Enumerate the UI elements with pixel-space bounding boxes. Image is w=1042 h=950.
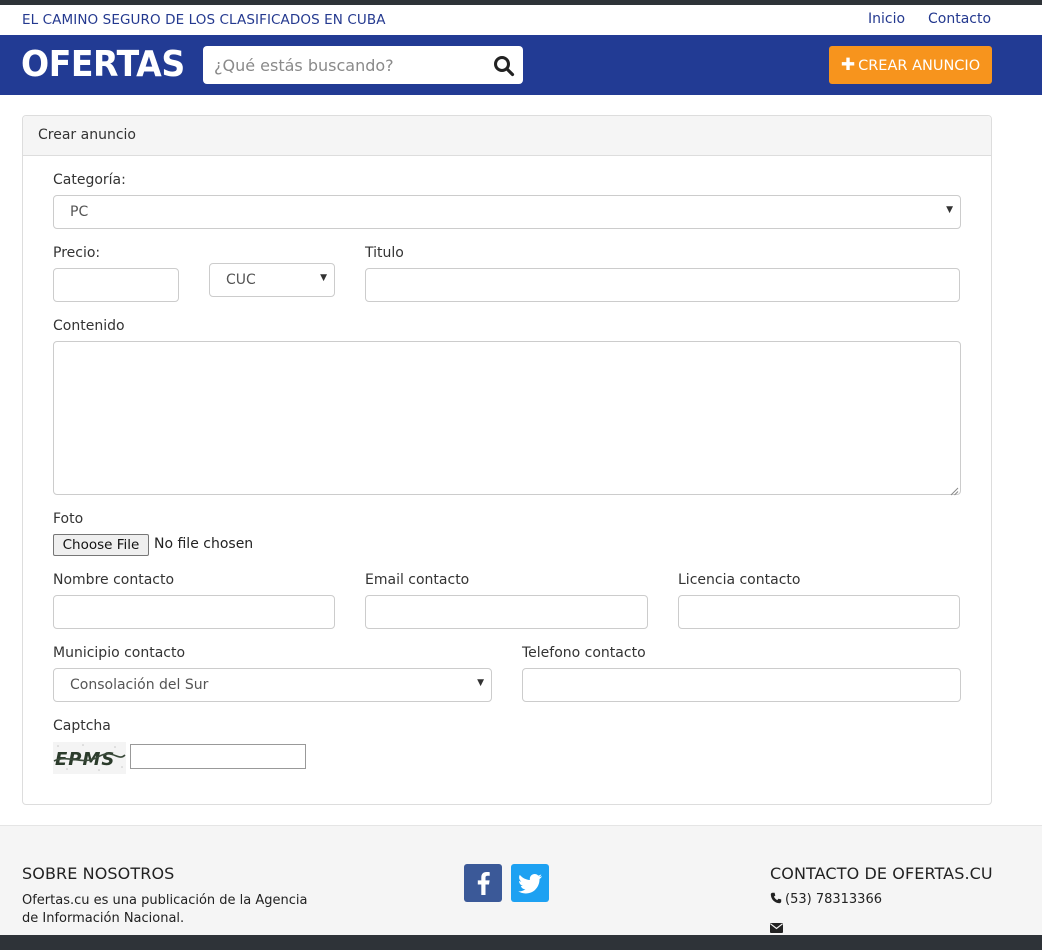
caret-down-icon: ▼: [946, 205, 953, 215]
contenido-label: Contenido: [53, 318, 125, 334]
about-text: Ofertas.cu es una publicación de la Agen…: [22, 893, 308, 926]
file-status-text: No file chosen: [154, 536, 254, 552]
search-box: [203, 46, 523, 84]
categoria-select[interactable]: PC ▼: [53, 195, 961, 229]
precio-input[interactable]: [53, 268, 179, 302]
titulo-input[interactable]: [365, 268, 960, 302]
panel-title: Crear anuncio: [38, 127, 136, 143]
search-input[interactable]: [203, 46, 483, 84]
nav-link-inicio[interactable]: Inicio: [868, 11, 905, 27]
municipio-label: Municipio contacto: [53, 645, 186, 661]
email-input[interactable]: [365, 595, 648, 629]
captcha-image: EPMS: [53, 742, 126, 774]
nombre-label: Nombre contacto: [53, 572, 175, 588]
nav-link-contacto[interactable]: Contacto: [928, 11, 991, 27]
categoria-value: PC: [70, 204, 89, 220]
municipio-value: Consolación del Sur: [70, 677, 209, 693]
telefono-input[interactable]: [522, 668, 961, 702]
panel-heading: Crear anuncio: [23, 116, 991, 156]
phone-number: (53) 78313366: [785, 892, 882, 907]
telefono-label: Telefono contacto: [522, 645, 646, 661]
plus-icon: ✚: [840, 55, 856, 75]
site-footer: SOBRE NOSOTROS Ofertas.cu es una publica…: [0, 825, 1042, 935]
phone-icon: [770, 892, 782, 904]
caret-down-icon: ▼: [477, 678, 484, 688]
captcha-input[interactable]: [130, 744, 306, 769]
site-logo[interactable]: OFERTAS: [21, 44, 185, 86]
twitter-icon[interactable]: [511, 864, 549, 902]
licencia-input[interactable]: [678, 595, 960, 629]
contact-email[interactable]: [770, 920, 786, 936]
titulo-label: Titulo: [365, 245, 404, 261]
categoria-label: Categoría:: [53, 172, 126, 188]
about-title: SOBRE NOSOTROS: [22, 864, 175, 883]
create-ad-button[interactable]: ✚ CREAR ANUNCIO: [829, 46, 992, 84]
foto-label: Foto: [53, 511, 84, 527]
captcha-label: Captcha: [53, 718, 111, 734]
currency-select[interactable]: CUC ▼: [209, 263, 335, 297]
site-header: OFERTAS ✚CREAR ANUNCIO: [0, 35, 1042, 95]
resize-grip-icon[interactable]: [950, 484, 959, 496]
nombre-input[interactable]: [53, 595, 335, 629]
envelope-icon: [770, 923, 783, 933]
contact-title: CONTACTO DE OFERTAS.CU: [770, 864, 993, 883]
precio-label: Precio:: [53, 245, 101, 261]
site-tagline: EL CAMINO SEGURO DE LOS CLASIFICADOS EN …: [22, 12, 386, 28]
create-ad-label: CREAR ANUNCIO: [858, 58, 981, 74]
search-icon[interactable]: [493, 55, 515, 77]
currency-value: CUC: [226, 272, 256, 288]
licencia-label: Licencia contacto: [678, 572, 801, 588]
facebook-icon[interactable]: [464, 864, 502, 902]
caret-down-icon: ▼: [320, 273, 327, 283]
bottom-dark-strip: [0, 935, 1042, 950]
email-label: Email contacto: [365, 572, 470, 588]
municipio-select[interactable]: Consolación del Sur ▼: [53, 668, 492, 702]
top-bar: EL CAMINO SEGURO DE LOS CLASIFICADOS EN …: [0, 5, 1042, 35]
contact-phone: (53) 78313366: [770, 892, 882, 907]
captcha-text: EPMS: [55, 749, 115, 770]
choose-file-button[interactable]: Choose File: [53, 534, 149, 556]
contenido-textarea[interactable]: [53, 341, 961, 496]
